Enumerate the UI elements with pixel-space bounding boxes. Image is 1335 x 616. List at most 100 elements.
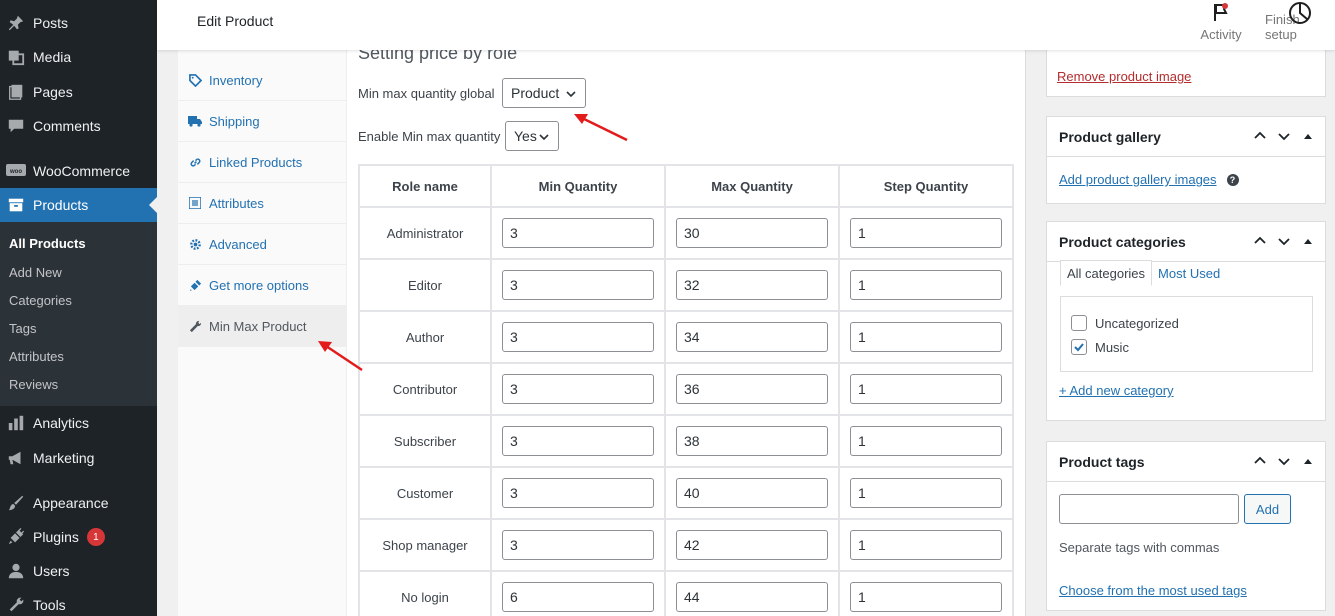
- min-quantity-cell: [490, 310, 666, 364]
- min-quantity-input[interactable]: [502, 270, 654, 300]
- gear-icon: [188, 237, 202, 251]
- sidebar-item-plugins[interactable]: Plugins 1: [0, 520, 157, 554]
- sidebar-item-products[interactable]: Products: [0, 188, 157, 222]
- step-quantity-input[interactable]: [850, 582, 1002, 612]
- chevron-up-icon[interactable]: [1253, 234, 1267, 251]
- table-body: AdministratorEditorAuthorContributorSubs…: [358, 206, 1014, 616]
- step-quantity-input[interactable]: [850, 270, 1002, 300]
- column-header: Step Quantity: [838, 164, 1014, 208]
- sidebar-item-label: Analytics: [33, 415, 90, 431]
- min-quantity-input[interactable]: [502, 218, 654, 248]
- list-icon: [188, 196, 202, 210]
- sidebar-item-marketing[interactable]: Marketing: [0, 441, 157, 475]
- checkbox-unchecked[interactable]: [1071, 315, 1087, 331]
- tab-min-max-product[interactable]: Min Max Product: [178, 306, 347, 347]
- sidebar-item-tools[interactable]: Tools: [0, 588, 157, 616]
- sidebar-item-posts[interactable]: Posts: [0, 6, 157, 40]
- tab-get-more-options[interactable]: Get more options: [178, 265, 347, 306]
- role-name-cell: Author: [358, 310, 492, 364]
- submenu-tags[interactable]: Tags: [9, 321, 36, 336]
- min-quantity-input[interactable]: [502, 530, 654, 560]
- top-header: Edit Product Activity Finish setup: [157, 0, 1335, 50]
- tab-inventory[interactable]: Inventory: [178, 60, 347, 101]
- chevron-down-icon[interactable]: [1277, 454, 1291, 471]
- admin-sidebar: Posts Media Pages Comments woo WooCommer…: [0, 0, 157, 616]
- max-quantity-input[interactable]: [676, 582, 828, 612]
- sidebar-item-pages[interactable]: Pages: [0, 75, 157, 109]
- max-quantity-input[interactable]: [676, 374, 828, 404]
- choose-most-used-tags-link[interactable]: Choose from the most used tags: [1059, 583, 1247, 598]
- archive-icon: [6, 195, 26, 215]
- min-quantity-input[interactable]: [502, 322, 654, 352]
- max-quantity-input[interactable]: [676, 322, 828, 352]
- submenu-attributes[interactable]: Attributes: [9, 349, 64, 364]
- category-item-uncategorized[interactable]: Uncategorized: [1071, 315, 1179, 331]
- finish-setup-button[interactable]: Finish setup: [1265, 0, 1335, 50]
- sidebar-item-analytics[interactable]: Analytics: [0, 406, 157, 440]
- max-quantity-input[interactable]: [676, 270, 828, 300]
- min-quantity-input[interactable]: [502, 582, 654, 612]
- step-quantity-input[interactable]: [850, 478, 1002, 508]
- remove-product-image-link[interactable]: Remove product image: [1057, 69, 1191, 84]
- add-tag-button[interactable]: Add: [1244, 494, 1291, 524]
- sidebar-item-users[interactable]: Users: [0, 554, 157, 588]
- submenu-reviews[interactable]: Reviews: [9, 377, 58, 392]
- tab-shipping[interactable]: Shipping: [178, 101, 347, 142]
- global-quantity-select[interactable]: Product: [502, 78, 586, 108]
- max-quantity-input[interactable]: [676, 478, 828, 508]
- step-quantity-input[interactable]: [850, 322, 1002, 352]
- max-quantity-input[interactable]: [676, 218, 828, 248]
- step-quantity-input[interactable]: [850, 426, 1002, 456]
- sidebar-item-woocommerce[interactable]: woo WooCommerce: [0, 154, 157, 188]
- step-quantity-input[interactable]: [850, 218, 1002, 248]
- sidebar-item-label: Products: [33, 197, 89, 213]
- sidebar-item-appearance[interactable]: Appearance: [0, 486, 157, 520]
- checkbox-checked[interactable]: [1071, 339, 1087, 355]
- add-new-category-link[interactable]: + Add new category: [1059, 383, 1174, 398]
- max-quantity-input[interactable]: [676, 530, 828, 560]
- submenu-add-new[interactable]: Add New: [9, 265, 62, 280]
- tag-input[interactable]: [1059, 494, 1239, 524]
- caret-up-icon[interactable]: [1301, 234, 1315, 251]
- caret-up-icon[interactable]: [1301, 454, 1315, 471]
- chevron-up-icon[interactable]: [1253, 129, 1267, 146]
- sidebar-item-media[interactable]: Media: [0, 40, 157, 74]
- box-controls: [1253, 129, 1315, 146]
- max-quantity-input[interactable]: [676, 426, 828, 456]
- tab-all-categories[interactable]: All categories: [1060, 260, 1153, 286]
- select-value: Product: [511, 85, 560, 101]
- sidebar-item-label: Posts: [33, 15, 69, 31]
- step-quantity-input[interactable]: [850, 374, 1002, 404]
- category-item-music[interactable]: Music: [1071, 339, 1129, 355]
- brush-icon: [6, 493, 26, 513]
- chevron-down-icon[interactable]: [1277, 129, 1291, 146]
- tab-linked-products[interactable]: Linked Products: [178, 142, 347, 183]
- box-title: Product categories: [1059, 233, 1186, 250]
- step-quantity-input[interactable]: [850, 530, 1002, 560]
- tab-most-used[interactable]: Most Used: [1152, 260, 1226, 286]
- chevron-up-icon[interactable]: [1253, 454, 1267, 471]
- min-quantity-cell: [490, 414, 666, 468]
- submenu-categories[interactable]: Categories: [9, 293, 72, 308]
- tab-label: Attributes: [209, 195, 264, 211]
- submenu-all-products[interactable]: All Products: [9, 236, 86, 251]
- add-gallery-images-link[interactable]: Add product gallery images: [1059, 172, 1217, 187]
- activity-button[interactable]: Activity: [1198, 0, 1244, 50]
- min-quantity-input[interactable]: [502, 478, 654, 508]
- step-quantity-cell: [838, 414, 1014, 468]
- caret-up-icon[interactable]: [1301, 129, 1315, 146]
- product-data-tabs: Inventory Shipping Linked Products Attri…: [178, 40, 347, 616]
- table-row: Subscriber: [358, 414, 1014, 468]
- chevron-down-icon[interactable]: [1277, 234, 1291, 251]
- table-row: No login: [358, 570, 1014, 616]
- tab-advanced[interactable]: Advanced: [178, 224, 347, 265]
- tab-attributes[interactable]: Attributes: [178, 183, 347, 224]
- min-quantity-input[interactable]: [502, 426, 654, 456]
- tab-label: Inventory: [209, 72, 263, 88]
- help-icon[interactable]: ?: [1226, 173, 1239, 186]
- min-quantity-input[interactable]: [502, 374, 654, 404]
- woo-icon: woo: [6, 161, 26, 181]
- category-tabs: All categories Most Used: [1060, 260, 1226, 286]
- enable-minmax-select[interactable]: Yes: [505, 121, 559, 151]
- sidebar-item-comments[interactable]: Comments: [0, 109, 157, 143]
